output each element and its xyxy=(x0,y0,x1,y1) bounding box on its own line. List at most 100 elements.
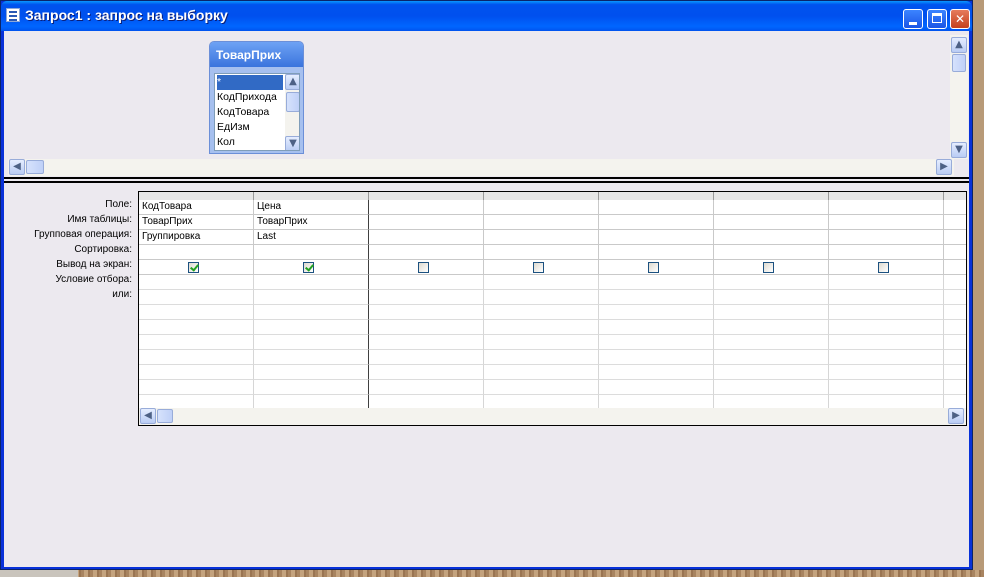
grid-table-cell[interactable]: ТоварПрих xyxy=(254,215,369,230)
grid-or-cell[interactable] xyxy=(944,290,966,305)
grid-or-cell[interactable] xyxy=(254,380,369,395)
grid-or-cell[interactable] xyxy=(829,380,944,395)
grid-field-cell[interactable] xyxy=(714,200,829,215)
chevron-up-icon[interactable]: ▲ xyxy=(285,74,299,90)
chevron-up-icon[interactable]: ▲ xyxy=(951,37,967,53)
grid-or-cell[interactable] xyxy=(714,305,829,320)
show-checkbox[interactable] xyxy=(648,262,659,273)
grid-or-cell[interactable] xyxy=(599,380,714,395)
grid-or-cell[interactable] xyxy=(714,350,829,365)
table-box-title[interactable]: ТоварПрих xyxy=(210,42,303,67)
close-button[interactable]: ✕ xyxy=(950,9,970,29)
grid-sort-cell[interactable] xyxy=(944,245,966,260)
grid-table-cell[interactable] xyxy=(599,215,714,230)
grid-field-cell[interactable]: Цена xyxy=(254,200,369,215)
column-selector[interactable] xyxy=(944,192,966,200)
grid-or-cell[interactable] xyxy=(484,350,599,365)
grid-or-cell[interactable] xyxy=(944,320,966,335)
grid-sort-cell[interactable] xyxy=(254,245,369,260)
field-list-scrollbar[interactable]: ▲ ▼ xyxy=(285,74,299,150)
grid-or-cell[interactable] xyxy=(139,350,254,365)
grid-table-cell[interactable]: ТоварПрих xyxy=(139,215,254,230)
grid-criteria-cell[interactable] xyxy=(599,275,714,290)
grid-or-cell[interactable] xyxy=(254,305,369,320)
grid-table-cell[interactable] xyxy=(714,215,829,230)
grid-sort-cell[interactable] xyxy=(139,245,254,260)
grid-or-cell[interactable] xyxy=(599,365,714,380)
grid-or-cell[interactable] xyxy=(714,380,829,395)
grid-or-cell[interactable] xyxy=(484,335,599,350)
grid-or-cell[interactable] xyxy=(944,380,966,395)
grid-or-cell[interactable] xyxy=(139,320,254,335)
show-checkbox[interactable] xyxy=(763,262,774,273)
grid-or-cell[interactable] xyxy=(139,365,254,380)
grid-or-cell[interactable] xyxy=(254,365,369,380)
field-list-item[interactable]: Кол xyxy=(217,135,283,150)
grid-or-cell[interactable] xyxy=(254,350,369,365)
grid-or-cell[interactable] xyxy=(829,305,944,320)
grid-or-cell[interactable] xyxy=(484,305,599,320)
field-list-item[interactable]: КодПрихода xyxy=(217,90,283,105)
grid-field-cell[interactable] xyxy=(599,200,714,215)
grid-table-cell[interactable] xyxy=(484,215,599,230)
show-checkbox[interactable] xyxy=(878,262,889,273)
column-selector[interactable] xyxy=(714,192,829,200)
grid-or-cell[interactable] xyxy=(599,290,714,305)
show-checkbox[interactable] xyxy=(533,262,544,273)
grid-group-cell[interactable] xyxy=(714,230,829,245)
grid-or-cell[interactable] xyxy=(369,335,484,350)
grid-sort-cell[interactable] xyxy=(484,245,599,260)
grid-field-cell[interactable] xyxy=(944,200,966,215)
grid-or-cell[interactable] xyxy=(369,320,484,335)
grid-field-cell[interactable] xyxy=(484,200,599,215)
column-selector[interactable] xyxy=(484,192,599,200)
title-bar[interactable]: Запрос1 : запрос на выборку ✕ xyxy=(1,1,972,31)
show-checkbox[interactable] xyxy=(418,262,429,273)
field-list-item[interactable]: КодТовара xyxy=(217,105,283,120)
grid-or-cell[interactable] xyxy=(254,290,369,305)
grid-criteria-cell[interactable] xyxy=(714,275,829,290)
query-window-icon[interactable] xyxy=(6,8,20,22)
show-checkbox[interactable] xyxy=(303,262,314,273)
grid-group-cell[interactable] xyxy=(599,230,714,245)
grid-or-cell[interactable] xyxy=(484,380,599,395)
chevron-down-icon[interactable]: ▼ xyxy=(285,136,299,150)
grid-or-cell[interactable] xyxy=(484,290,599,305)
grid-or-cell[interactable] xyxy=(369,290,484,305)
grid-or-cell[interactable] xyxy=(369,350,484,365)
table-pane[interactable]: ТоварПрих * КодПрихода КодТовара ЕдИзм К… xyxy=(4,31,969,177)
table-box[interactable]: ТоварПрих * КодПрихода КодТовара ЕдИзм К… xyxy=(209,41,304,154)
scroll-thumb[interactable] xyxy=(26,160,44,174)
grid-group-cell[interactable] xyxy=(944,230,966,245)
maximize-button[interactable] xyxy=(927,9,947,29)
grid-table-cell[interactable] xyxy=(829,215,944,230)
grid-or-cell[interactable] xyxy=(254,320,369,335)
grid-or-cell[interactable] xyxy=(714,290,829,305)
grid-or-cell[interactable] xyxy=(369,365,484,380)
grid-or-cell[interactable] xyxy=(139,335,254,350)
grid-table-cell[interactable] xyxy=(369,215,484,230)
grid-or-cell[interactable] xyxy=(829,350,944,365)
minimize-button[interactable] xyxy=(903,9,923,29)
grid-field-cell[interactable]: КодТовара xyxy=(139,200,254,215)
column-selector[interactable] xyxy=(599,192,714,200)
grid-or-cell[interactable] xyxy=(369,305,484,320)
grid-or-cell[interactable] xyxy=(254,335,369,350)
grid-or-cell[interactable] xyxy=(714,335,829,350)
grid-group-cell[interactable]: Last xyxy=(254,230,369,245)
field-list[interactable]: * КодПрихода КодТовара ЕдИзм Кол ▲ ▼ xyxy=(214,73,300,151)
grid-group-cell[interactable] xyxy=(484,230,599,245)
grid-or-cell[interactable] xyxy=(599,320,714,335)
field-list-item[interactable]: * xyxy=(217,75,283,90)
grid-table-cell[interactable] xyxy=(944,215,966,230)
grid-group-cell[interactable] xyxy=(829,230,944,245)
grid-group-cell[interactable]: Группировка xyxy=(139,230,254,245)
grid-sort-cell[interactable] xyxy=(599,245,714,260)
grid-sort-cell[interactable] xyxy=(829,245,944,260)
grid-or-cell[interactable] xyxy=(944,305,966,320)
grid-field-cell[interactable] xyxy=(369,200,484,215)
table-pane-vertical-scrollbar[interactable]: ▲ ▼ xyxy=(950,35,968,159)
grid-criteria-cell[interactable] xyxy=(484,275,599,290)
scroll-thumb[interactable] xyxy=(286,92,299,112)
grid-or-cell[interactable] xyxy=(484,320,599,335)
